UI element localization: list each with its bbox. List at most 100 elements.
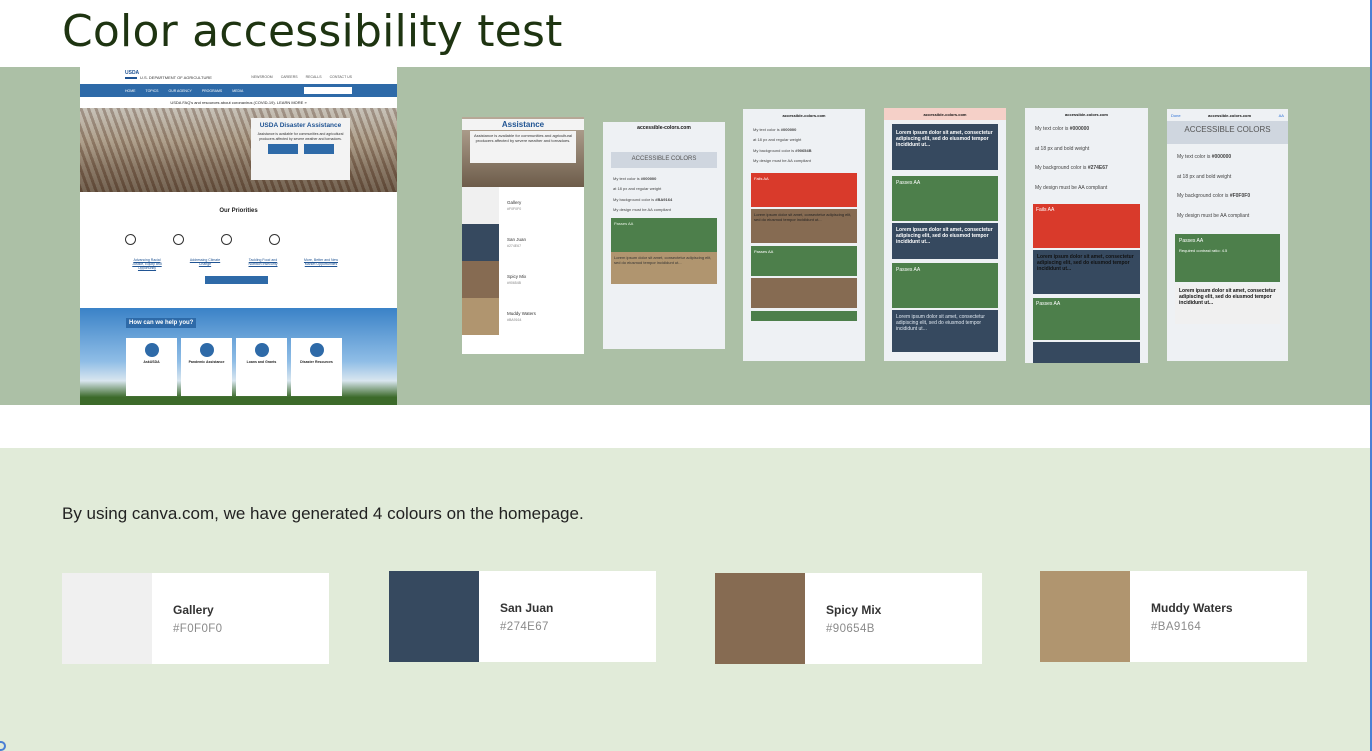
pass-block: Passes AA Required contrast ratio: 4.5	[1175, 234, 1280, 282]
usda-logo: USDA	[125, 70, 139, 79]
swatch-hex: #BA9164	[1151, 620, 1202, 633]
usda-nav-item: OUR AGENCY	[168, 88, 192, 93]
mini-swatch: Gallery #F0F0F0	[462, 187, 584, 224]
swatch-hex: #274E67	[500, 620, 549, 633]
usda-homepage-screenshot: USDA U.S. DEPARTMENT OF AGRICULTURE NEWS…	[80, 67, 397, 405]
usda-nav-item: HOME	[125, 88, 136, 93]
usda-header: USDA U.S. DEPARTMENT OF AGRICULTURE NEWS…	[80, 67, 397, 84]
wheat-icon	[221, 234, 232, 245]
mockup-assistance-text: Assistance is available for communities …	[470, 131, 576, 163]
chat-icon	[144, 343, 159, 357]
usda-top-link: CAREERS	[280, 75, 298, 79]
usda-nav-item: PROGRAMS	[201, 88, 223, 93]
usda-help-tile: AskUSDA	[126, 338, 177, 396]
swatch-card-spicy-mix: Spicy Mix #90654B	[715, 573, 982, 664]
swatch-name: Gallery	[173, 602, 214, 617]
usda-hero-buttons	[251, 144, 350, 155]
mockup-text-lines: My text color is #000000 at 18 px and bo…	[1177, 154, 1251, 219]
usda-alert: USDA FAQ's and resources about coronavir…	[170, 100, 307, 105]
lorem-block: Lorem ipsum dolor sit amet, consectetur …	[892, 223, 998, 259]
app-header: ACCESSIBLE COLORS	[611, 152, 717, 168]
usda-top-link: RECALLS	[305, 75, 322, 79]
usda-priorities-button	[205, 276, 268, 284]
mini-swatch: Muddy Waters #BA9164	[462, 298, 584, 335]
browser-bar: accessible-colors.com	[782, 112, 826, 118]
browser-done-link: Done	[1171, 112, 1181, 118]
mockup-assistance-hero: Assistance Assistance is available for c…	[462, 117, 584, 187]
page: Color accessibility test USDA U.S. DEPAR…	[0, 0, 1372, 751]
swatch-card-gallery: Gallery #F0F0F0	[62, 573, 329, 664]
swatch-info: Gallery #F0F0F0	[152, 573, 222, 664]
loans-icon	[254, 343, 269, 357]
usda-search-box	[304, 87, 352, 94]
mockup-palette-phone: Assistance Assistance is available for c…	[462, 117, 584, 354]
lorem-block: Lorem ipsum dolor sit amet, consectetur …	[611, 251, 717, 284]
pass-block: Passes AA	[611, 217, 717, 252]
mockup-navy-bg-phone: accessible-colors.com My text color is #…	[1025, 108, 1148, 363]
usda-hero-title: USDA Disaster Assistance	[259, 122, 342, 129]
mini-swatch: Spicy Mix #90654B	[462, 261, 584, 298]
page-title: Color accessibility test	[62, 6, 563, 57]
pass-block: Passes AA	[1033, 298, 1140, 340]
mockup-fail-phone: accessible-colors.com My text color is #…	[743, 109, 865, 361]
swatch-color-chip	[715, 573, 805, 664]
swatch-color-chip	[389, 571, 479, 662]
pass-block: Passes AA	[892, 176, 998, 221]
usda-help-tile: Loans and Grants	[236, 338, 287, 396]
mockup-accessible-colors-phone: accessible-colors.com ACCESSIBLE COLORS …	[603, 122, 725, 349]
mockup-assistance-title: Assistance	[462, 119, 584, 130]
usda-help-tile: Pandemic Assistance	[181, 338, 232, 396]
usda-top-links: NEWSROOM CAREERS RECALLS CONTACT US	[251, 75, 352, 79]
browser-bar: accessible-colors.com	[637, 125, 691, 131]
usda-priority-icons	[125, 234, 280, 245]
store-icon	[269, 234, 280, 245]
lorem-block	[1033, 342, 1140, 363]
mockup-text-lines: My text color is #000000 at 18 px and re…	[613, 176, 673, 213]
usda-top-link: NEWSROOM	[251, 75, 273, 79]
usda-hero-image: USDA Disaster Assistance Assistance is a…	[80, 108, 397, 192]
usda-help-title: How can we help you?	[126, 318, 197, 328]
intro-text: By using canva.com, we have generated 4 …	[62, 504, 584, 523]
mini-swatch: San Juan #274E67	[462, 224, 584, 261]
globe-icon	[173, 234, 184, 245]
usda-hero-button	[303, 144, 334, 155]
usda-nav-item: TOPICS	[145, 88, 159, 93]
usda-priority-link: More, Better and New Market Opportunitie…	[303, 258, 339, 266]
swatch-name: Muddy Waters	[1151, 600, 1233, 615]
usda-priorities-title: Our Priorities	[219, 208, 258, 214]
mockup-text-lines: My text color is #000000 at 18 px and re…	[753, 127, 812, 164]
browser-bar: Done accessible-colors.com AA	[1171, 112, 1284, 118]
browser-aa-button: AA	[1278, 112, 1284, 118]
usda-hero-text: Assistance is available for communities …	[257, 132, 344, 141]
usda-nav-item: MEDIA	[232, 88, 244, 93]
lorem-block	[751, 277, 857, 308]
priority-icon	[125, 234, 136, 245]
usda-hero-button	[267, 144, 298, 155]
pandemic-icon	[199, 343, 214, 357]
browser-bar: accessible-colors.com	[884, 108, 1006, 120]
pass-block: Passes AA	[892, 263, 998, 308]
pass-block	[751, 310, 857, 321]
lorem-block: Lorem ipsum dolor sit amet, consectetur …	[892, 124, 998, 170]
usda-priority-link: Addressing Climate Change	[189, 258, 221, 266]
usda-top-link: CONTACT US	[329, 75, 352, 79]
swatch-color-chip	[1040, 571, 1130, 662]
app-header: ACCESSIBLE COLORS	[1167, 121, 1288, 144]
usda-nav: HOME TOPICS OUR AGENCY PROGRAMS MEDIA	[80, 84, 397, 97]
browser-bar: accessible-colors.com	[1065, 111, 1108, 117]
swatch-info: Muddy Waters #BA9164	[1130, 571, 1233, 662]
pass-block: Passes AA	[751, 245, 857, 276]
usda-priority-links: Advancing Racial Justice, Equity and Opp…	[128, 258, 340, 270]
lorem-block: Lorem ipsum dolor sit amet, consectetur …	[892, 310, 998, 352]
swatch-hex: #F0F0F0	[173, 622, 223, 635]
fail-block: Fails AA	[1033, 204, 1140, 248]
swatch-card-muddy-waters: Muddy Waters #BA9164	[1040, 571, 1307, 662]
swatch-color-chip	[62, 573, 152, 664]
lorem-block: Lorem ipsum dolor sit amet, consectetur …	[1175, 284, 1280, 324]
usda-hero-card: USDA Disaster Assistance Assistance is a…	[251, 118, 350, 180]
mockup-navy-phone: accessible-colors.com Lorem ipsum dolor …	[884, 108, 1006, 361]
mockup-gallery-phone: Done accessible-colors.com AA ACCESSIBLE…	[1167, 109, 1288, 361]
swatch-card-san-juan: San Juan #274E67	[389, 571, 656, 662]
swatch-hex: #90654B	[826, 622, 875, 635]
swatch-name: San Juan	[500, 600, 554, 615]
